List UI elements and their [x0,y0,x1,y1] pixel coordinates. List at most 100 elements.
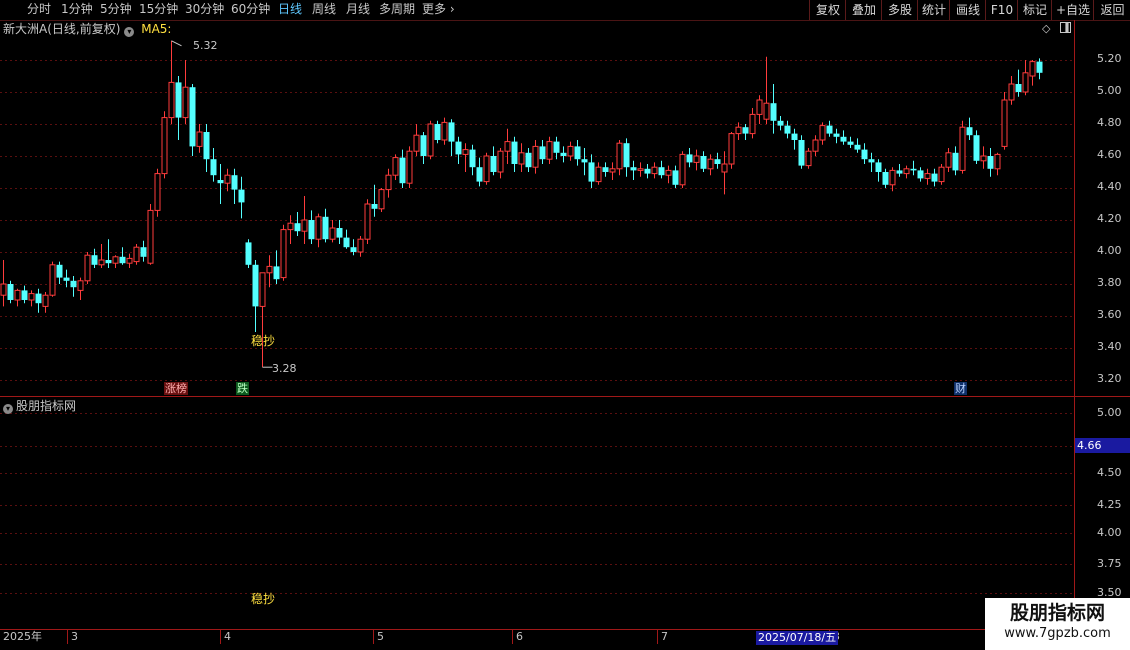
price-tick: 4.40 [1097,180,1122,193]
drop-tag[interactable]: 跌 [236,382,249,395]
candle-body-down [119,256,126,264]
price-tick: 3.80 [1097,276,1122,289]
candle-body-up [707,158,714,170]
candle-body-down [469,149,476,168]
axis-divider [1074,396,1130,397]
candle-body-down [966,127,973,136]
candle-body-up [756,99,763,115]
date-tick: 6 [512,630,523,644]
candle-body-down [434,124,441,140]
candle-body-up [0,283,7,296]
price-tick: 3.40 [1097,340,1122,353]
price-tick: 4.20 [1097,212,1122,225]
candle-body-up [196,131,203,147]
finance-tag[interactable]: 财 [954,382,967,395]
candle-body-down [21,290,28,300]
candle-body-down [490,156,497,172]
candle-body-down [630,167,637,171]
candle-body-down [868,159,875,163]
candle-body-down [336,228,343,238]
candle-body-down [105,260,112,264]
candle-body-up [112,256,119,264]
candle-body-down [350,247,357,252]
candle-body-up [147,209,154,264]
candle-body-down [847,141,854,145]
candle-body-down [140,247,147,257]
candle-body-down [714,159,721,164]
indicator-title: 股朋指标网 [16,399,77,413]
candle-body-down [917,170,924,179]
candle-body-up [98,259,105,266]
candle-body-down [56,264,63,278]
candle-body-down [231,175,238,190]
limit-up-tag[interactable]: 涨榜 [164,382,188,395]
date-tick: 4 [220,630,231,644]
candle-body-up [518,152,525,165]
candle-body-up [749,113,756,135]
candle-body-down [791,133,798,140]
candle-body-up [14,289,21,301]
candle-body-up [812,139,819,152]
candle-body-up [763,102,770,120]
candle-body-up [728,133,735,165]
candle-body-up [679,153,686,186]
candle-body-down [448,122,455,142]
candle-body-down [455,141,462,155]
candle-body-down [399,157,406,184]
candle-body-down [798,140,805,166]
candle-body-up [1001,99,1008,147]
candle-body-down [217,180,224,184]
candle-body-down [700,156,707,169]
candle-body-down [952,152,959,171]
candle-body-down [833,133,840,137]
indicator-tick: 4.00 [1097,526,1122,539]
indicator-header: ▾ 股朋指标网 [3,399,76,414]
candle-body-up [84,254,91,282]
candle-body-up [735,126,742,135]
candle-body-down [1015,84,1022,92]
candle-body-up [483,155,490,183]
chevron-down-circle-icon[interactable]: ▾ [3,404,13,414]
candle-body-down [245,242,252,265]
candle-body-down [987,156,994,169]
candle-body-down [658,167,665,176]
candle-body-up [945,152,952,168]
indicator-tick: 5.00 [1097,406,1122,419]
candle-body-down [294,223,301,232]
back-button[interactable]: 返回 [1093,0,1130,20]
candle-body-up [994,153,1001,170]
candle-body-down [896,170,903,174]
candle-body-down [553,141,560,153]
price-tick: 4.80 [1097,116,1122,129]
candle-body-down [623,143,630,168]
candle-body-down [574,146,581,160]
candle-body-down [273,266,280,280]
candle-body-down [371,204,378,209]
candle-body-up [287,222,294,231]
cursor-date-label: 2025/07/18/五 [756,631,839,645]
candle-series [0,40,1043,368]
price-tick: 4.00 [1097,244,1122,257]
price-tick: 5.20 [1097,52,1122,65]
candle-body-up [385,174,392,191]
candle-body-down [777,120,784,126]
candle-body-down [308,220,315,240]
indicator-tick: 4.25 [1097,498,1122,511]
candlestick-chart[interactable] [0,0,1074,630]
candle-body-up [42,294,49,307]
candle-body-up [357,238,364,253]
candle-body-down [875,162,882,172]
candle-body-up [161,117,168,175]
candle-body-down [672,170,679,185]
candle-body-down [1036,61,1043,73]
candle-body-down [7,284,14,300]
candle-body-down [770,103,777,121]
candle-body-down [560,152,567,156]
candle-body-up [406,150,413,184]
candle-body-up [609,168,616,173]
panel-divider[interactable] [0,396,1074,397]
candle-body-up [504,141,511,152]
candle-body-up [651,166,658,175]
candle-body-down [175,82,182,118]
candle-body-down [910,168,917,171]
